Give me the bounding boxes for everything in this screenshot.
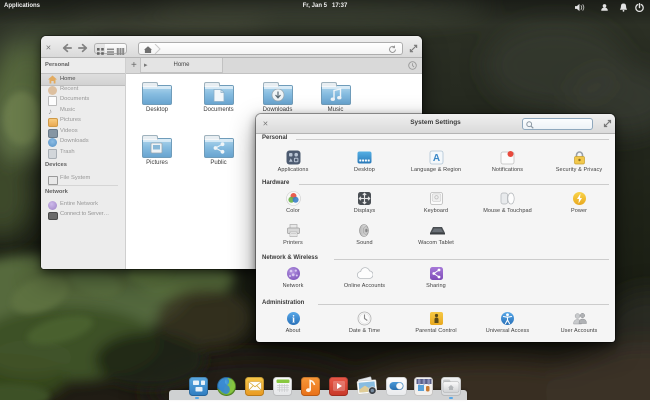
svg-text:A: A xyxy=(432,153,439,164)
svg-text:i: i xyxy=(292,315,295,326)
